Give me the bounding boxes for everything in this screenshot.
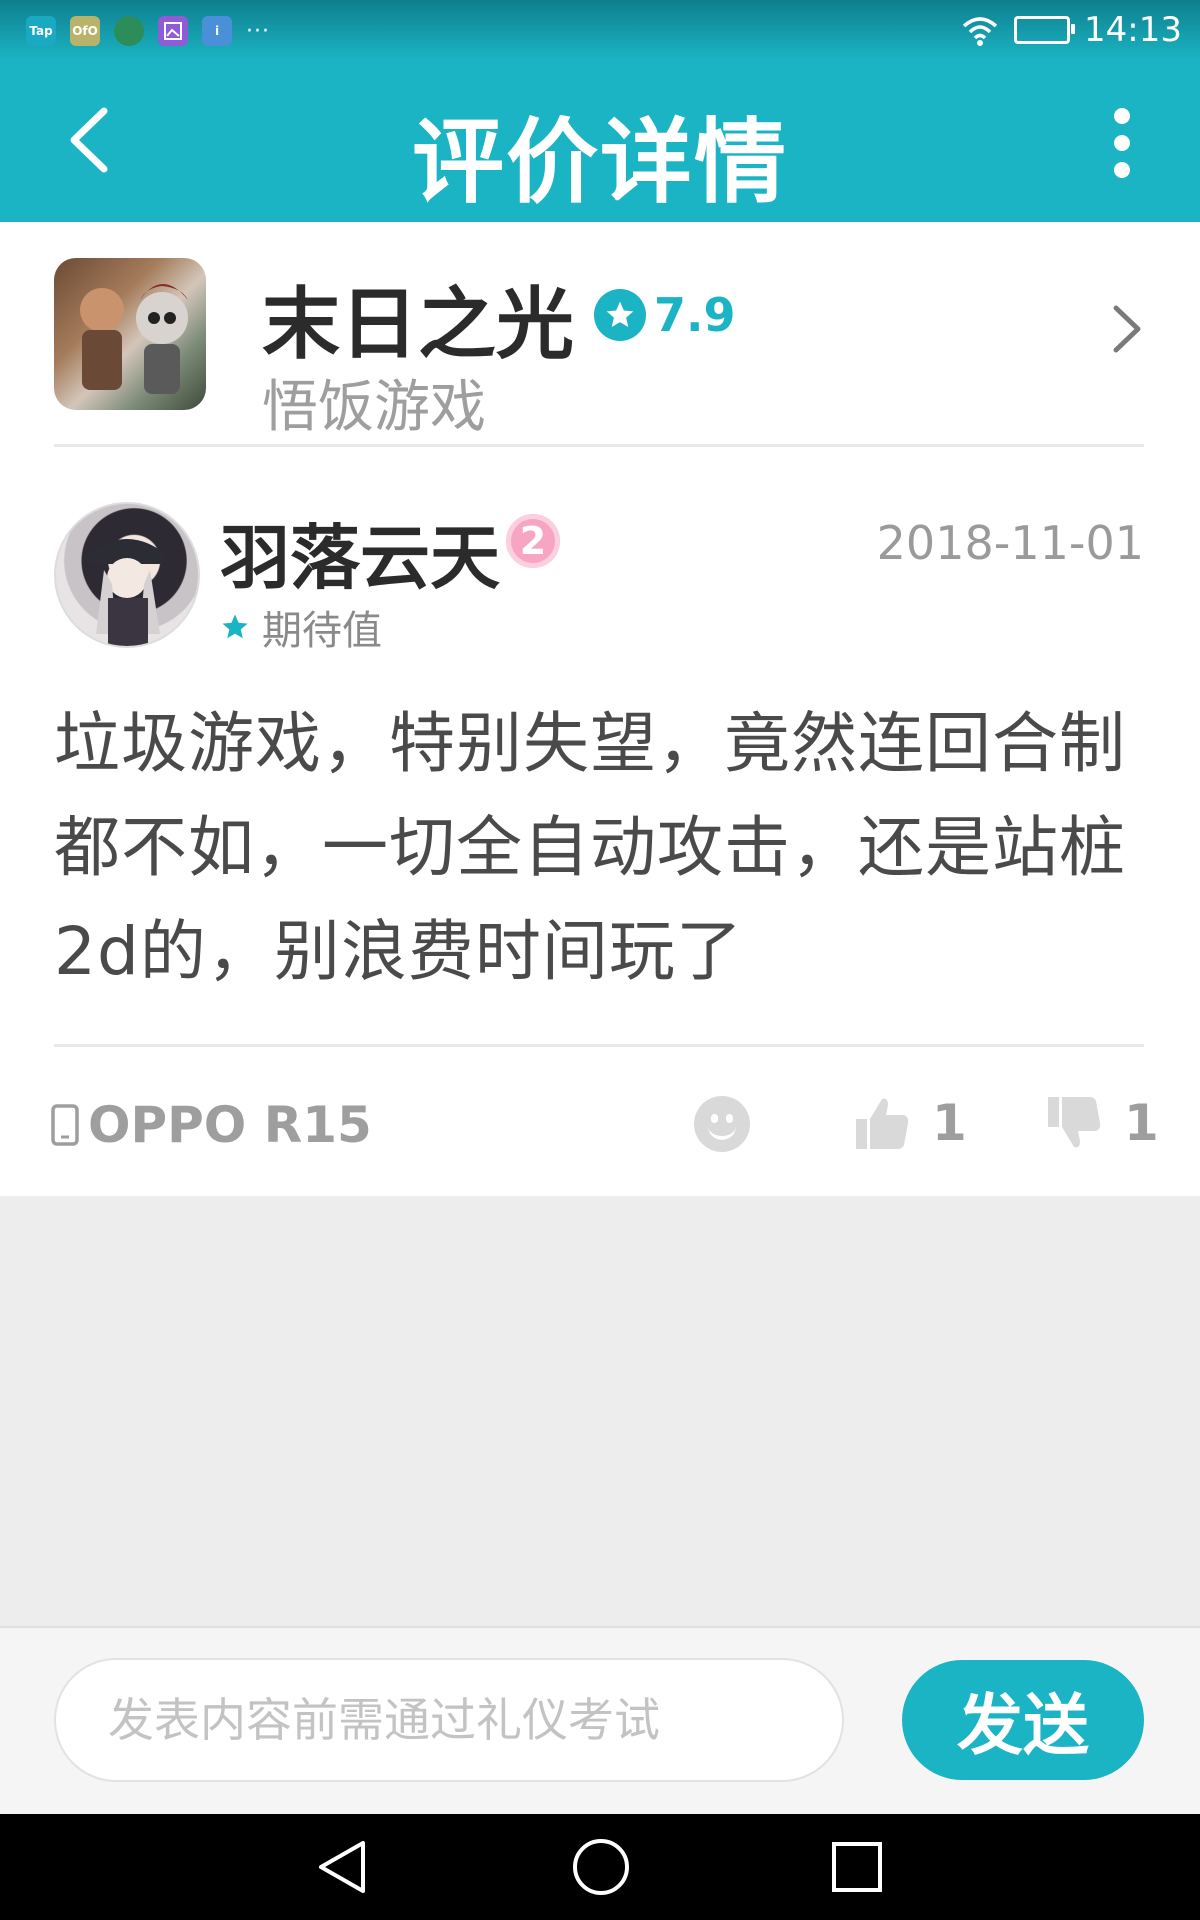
review-content: 垃圾游戏，特别失望，竟然连回合制都不如，一切全自动攻击，还是站桩2d的，别浪费时…: [54, 705, 1126, 990]
square-recents-icon: [832, 1842, 882, 1892]
divider: [54, 1044, 1144, 1047]
review-footer: OPPO R15 1 1: [50, 1086, 1159, 1166]
review-header: 羽落云天 2 2018-11-01 期待值: [54, 502, 1144, 654]
like-count: 1: [932, 1094, 967, 1152]
page-title: 评价详情: [411, 109, 788, 216]
more-notifications-indicator: ···: [246, 18, 270, 44]
globe-notification-icon: [114, 16, 144, 46]
review-card: 末日之光 7.9 悟饭游戏 羽落云天 2 2018-11-01 期待值 垃圾游戏…: [0, 222, 1200, 1196]
wifi-icon: [962, 17, 998, 46]
expectation-rating: 期待值: [220, 598, 382, 656]
chevron-right-icon: [1110, 302, 1144, 360]
avatar[interactable]: [54, 502, 200, 648]
emoji-reaction-button[interactable]: [694, 1096, 750, 1152]
device-info: OPPO R15: [50, 1096, 372, 1154]
battery-icon: [1014, 16, 1076, 44]
send-button[interactable]: 发送: [902, 1660, 1144, 1780]
star-icon: [222, 614, 248, 639]
more-vertical-icon: [1114, 108, 1130, 124]
rating-value: 7.9: [654, 288, 736, 342]
review-date: 2018-11-01: [876, 516, 1144, 570]
notification-icons: Tap OfO i ···: [26, 16, 270, 46]
status-bar: Tap OfO i ··· 14:13: [0, 0, 1200, 60]
game-info-row[interactable]: 末日之光 7.9 悟饭游戏: [54, 258, 1144, 440]
gallery-notification-icon: [158, 16, 188, 46]
user-name[interactable]: 羽落云天: [220, 502, 500, 603]
ofo-notification-icon: OfO: [70, 16, 100, 46]
like-button[interactable]: 1: [854, 1094, 967, 1152]
thumbs-up-icon: [856, 1098, 909, 1149]
nav-recents-button[interactable]: [822, 1832, 892, 1902]
info-notification-icon: i: [202, 16, 232, 46]
game-name: 末日之光: [262, 280, 575, 370]
phone-icon: [51, 1104, 79, 1146]
level-badge: 2: [506, 514, 560, 568]
thumbs-down-icon: [1048, 1097, 1101, 1148]
taptap-notification-icon: Tap: [26, 16, 56, 46]
more-options-button[interactable]: [1102, 108, 1142, 178]
game-icon: [54, 258, 206, 410]
comment-input[interactable]: [54, 1658, 844, 1782]
nav-home-button[interactable]: [566, 1832, 636, 1902]
game-developer: 悟饭游戏: [262, 375, 486, 440]
system-nav-bar: [0, 1814, 1200, 1920]
title-bar: 评价详情: [0, 60, 1200, 222]
game-rating: 7.9: [594, 288, 736, 342]
clock: 14:13: [1084, 10, 1182, 50]
dislike-count: 1: [1124, 1094, 1159, 1152]
circle-home-icon: [573, 1839, 629, 1895]
device-name: OPPO R15: [88, 1096, 372, 1154]
nav-back-button[interactable]: [308, 1832, 378, 1902]
system-status: 14:13: [960, 10, 1182, 50]
expectation-label: 期待值: [262, 608, 382, 654]
triangle-back-icon: [319, 1841, 365, 1893]
star-icon: [594, 289, 646, 341]
comment-bar: 发送: [0, 1626, 1200, 1816]
divider: [54, 444, 1144, 447]
dislike-button[interactable]: 1: [1046, 1094, 1159, 1152]
